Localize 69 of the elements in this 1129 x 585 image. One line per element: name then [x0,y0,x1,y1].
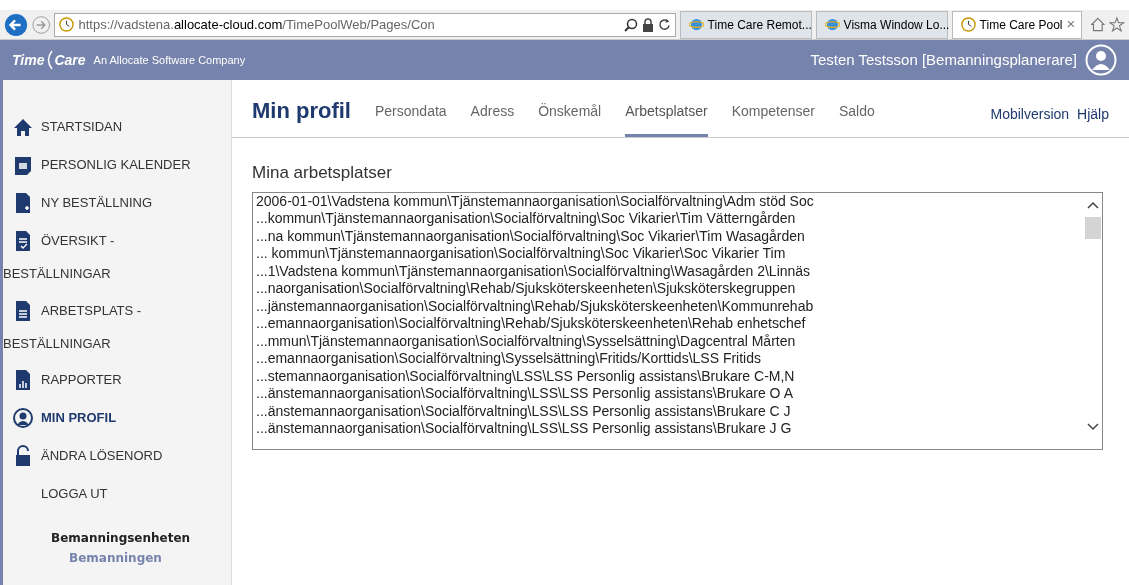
bar-chart-document-icon [13,369,33,391]
home-icon[interactable] [1089,16,1106,33]
close-tab-button[interactable]: × [1066,13,1076,36]
profile-tab[interactable]: Arbetsplatser [625,101,708,137]
workplace-entry[interactable]: ...naorganisation\Socialförvaltning\Rehab/Sjuksköterskeenheten\Sjuksköterskegruppen [256,280,1084,298]
document-check-icon [13,230,33,252]
workplace-entry[interactable]: ...änstemannaorganisation\Socialförvaltning\LSS\LSS Personlig assistans\Brukare C J [256,402,1084,420]
sidebar-item[interactable]: STARTSIDAN [3,108,231,146]
workplace-entry[interactable]: ...na kommun\Tjänstemannaorganisation\Socialförvaltning\Soc Vikarier\Tim Wasagården [256,227,1084,245]
workplace-entry[interactable]: ...emannaorganisation\Socialförvaltning\Rehab/Sjuksköterskeenheten\Rehab enhetschef [256,315,1084,333]
logo-text: Care [54,50,86,70]
refresh-icon[interactable] [657,18,671,31]
workplace-entry[interactable]: ...änstemannaorganisation\Socialförvaltning\LSS\LSS Personlig assistans\Brukare O A [256,385,1084,403]
sidebar-item[interactable]: RAPPORTER [3,361,231,399]
workplace-entry[interactable]: ...mmun\Tjänstemannaorganisation\Socialförvaltning\Sysselsättning\Dagcentral Mårten [256,332,1084,350]
sidebar-item[interactable]: LOGGA UT [3,475,231,513]
page-title: Min profil [252,97,351,125]
workplace-list[interactable] [252,191,1103,450]
logo-arc-icon [45,50,54,70]
home-icon [13,116,33,138]
workplace-entry[interactable]: ...emannaorganisation\Socialförvaltning\Sysselsättning\Fritids/Korttids\LSS Fritids [256,350,1084,368]
profile-tab[interactable]: Kompetenser [731,101,815,137]
lock-icon[interactable] [641,17,654,32]
user-icon [13,407,33,429]
unlocked-padlock-icon [13,445,33,467]
search-icon[interactable] [623,17,638,32]
workplace-entry[interactable]: 2006-01-01\Vadstena kommun\Tjänstemannaorganisation\Socialförvaltning\Adm stöd Soc [256,192,1084,210]
browser-tab[interactable]: Time Care Remot... [679,10,812,39]
profile-tab[interactable]: Saldo [838,101,875,137]
star-icon[interactable] [1109,16,1125,33]
workplace-entry[interactable]: ...jänstemannaorganisation\Socialförvaltning\Rehab/Sjuksköterskeenheten\Kommunrehab [256,297,1084,315]
profile-tab[interactable]: Persondata [375,101,447,137]
url-text: https://vadstena.allocate-cloud.com/TimePoolWeb/Pages/Con [78,15,435,34]
clock-icon [960,17,976,32]
workplace-entry[interactable]: ...kommun\Tjänstemannaorganisation\Socialförvaltning\Soc Vikarier\Tim Vätterngården [256,210,1084,228]
avatar-icon[interactable] [1085,44,1117,76]
logo-text: Time [12,50,45,70]
tagline: An Allocate Software Company [93,52,246,68]
clock-icon [59,17,75,32]
back-button[interactable] [4,11,28,38]
profile-tab[interactable]: Önskemål [538,101,602,137]
scroll-thumb[interactable] [1085,216,1101,239]
profile-tab[interactable]: Adress [470,101,515,137]
unit-name: Bemanningsenheten [51,530,192,547]
sidebar-item[interactable]: MIN PROFIL [3,399,231,437]
workplace-entry[interactable]: ...stemannaorganisation\Socialförvaltning\LSS\LSS Personlig assistans\Brukare C-M,N [256,367,1084,385]
section-title: Mina arbetsplatser [252,162,393,184]
scroll-up-icon[interactable] [1087,200,1099,209]
user-name: Testen Testsson [Bemanningsplanerare] [810,49,1077,70]
browser-tab[interactable]: Visma Window Lo... [815,10,948,39]
sidebar-item[interactable]: ÖVERSIKT - BESTÄLLNINGAR [3,222,231,292]
sidebar-item[interactable]: ARBETSPLATS - BESTÄLLNINGAR [3,291,231,361]
unit-subname: Bemanningen [69,550,163,567]
workplace-entry[interactable]: ... kommun\Tjänstemannaorganisation\Socialförvaltning\Soc Vikarier\Soc Vikarier Tim [256,245,1084,263]
browser-tab[interactable]: Time Care Pool × [951,10,1082,39]
tab-label: Time Care Pool [979,16,1063,34]
document-icon [13,299,33,322]
workplace-entry[interactable]: ...1\Vadstena kommun\Tjänstemannaorganisation\Socialförvaltning\Wasagården 2\Linnäs [256,262,1084,280]
address-bar[interactable]: https://vadstena.allocate-cloud.com/TimePoolWeb/Pages/Con [54,12,676,37]
workplace-entry[interactable]: ...änstemannaorganisation\Socialförvaltning\LSS\LSS Personlig assistans\Brukare J G [256,420,1084,438]
header-link[interactable]: Mobilversion [990,104,1070,137]
tab-label: Visma Window Lo... [843,16,950,34]
tab-label: Time Care Remot... [707,16,812,34]
header-link[interactable]: Hjälp [1077,104,1109,137]
scroll-down-icon[interactable] [1087,422,1099,431]
sidebar-item[interactable]: PERSONLIG KALENDER [3,146,231,184]
sidebar-item[interactable]: ÄNDRA LÖSENORD [3,437,231,475]
document-plus-icon [13,192,33,214]
sidebar-item[interactable]: NY BESTÄLLNING [3,184,231,222]
